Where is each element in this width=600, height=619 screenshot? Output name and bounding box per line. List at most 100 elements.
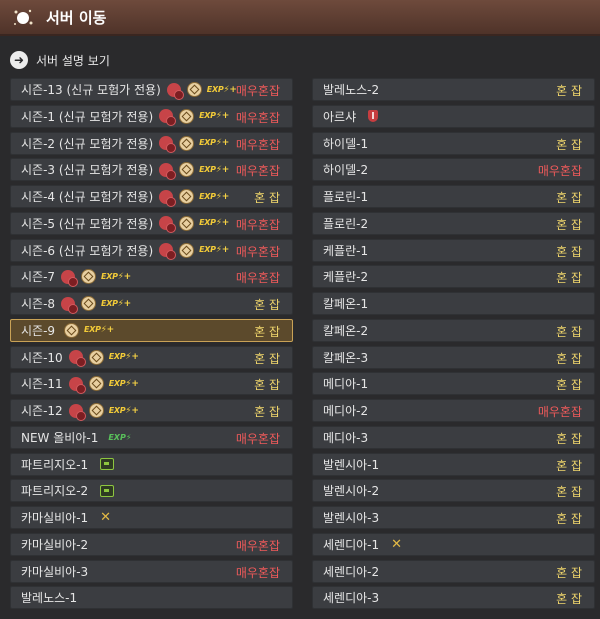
server-status: 혼 잡 (556, 137, 582, 152)
crossed-swords-icon: ✕ (100, 510, 112, 525)
server-icons: EXP (166, 82, 237, 100)
server-status: 매우혼잡 (235, 84, 280, 98)
server-row[interactable]: 세렌디아-1 ✕ (312, 532, 595, 556)
server-name: 세렌디아-2 (323, 564, 380, 579)
server-status: 혼 잡 (556, 351, 582, 366)
server-name: 메디아-2 (323, 404, 369, 418)
server-status: 매우혼잡 (235, 164, 280, 179)
server-name: 시즌-3 (신규 모험가 전용) (21, 163, 154, 178)
season-gold-icon (179, 108, 195, 124)
server-icons: EXP (68, 349, 139, 367)
server-row[interactable]: 하이델-2 매우혼잡 (312, 158, 595, 182)
server-icons: EXP (159, 135, 229, 153)
server-name: NEW 올비아-1 (21, 430, 99, 445)
server-name: 시즌-1 (신규 모험가 전용) (21, 109, 154, 124)
server-row[interactable]: 발렌시아-3 혼 잡 (312, 506, 595, 529)
server-row[interactable]: 케플란-2 혼 잡 (312, 265, 595, 289)
server-name: 시즌-7 (21, 270, 56, 285)
server-name: 시즌-11 (21, 377, 63, 392)
server-row[interactable]: 시즌-6 (신규 모험가 전용) EXP 매우혼잡 (10, 238, 293, 262)
server-row[interactable]: 시즌-3 (신규 모험가 전용) EXP 매우혼잡 (10, 158, 293, 182)
server-row[interactable]: 칼페온-1 (312, 292, 595, 315)
server-status: 매우혼잡 (235, 244, 280, 259)
server-name: 세렌디아-3 (323, 591, 380, 606)
server-globe-icon (14, 9, 33, 25)
exp-boost-icon: EXP (109, 379, 139, 389)
server-row[interactable]: 아르샤 (312, 104, 595, 128)
season-gold-icon (179, 162, 195, 178)
server-row[interactable]: 시즌-2 (신규 모험가 전용) EXP 매우혼잡 (10, 131, 293, 155)
server-row[interactable]: 시즌-9 EXP 혼 잡 (10, 318, 293, 342)
server-status: 혼 잡 (254, 298, 280, 312)
server-row[interactable]: 카마실비아-2 매우혼잡 (10, 532, 293, 556)
season-gold-icon (88, 376, 104, 392)
exp-boost-icon: EXP (199, 218, 229, 228)
exp-boost-icon: EXP (199, 245, 229, 255)
server-row[interactable]: 세렌디아-3 혼 잡 (312, 586, 595, 610)
server-status: 혼 잡 (556, 271, 582, 286)
title-bar: 서버 이동 (0, 0, 600, 36)
server-row[interactable]: 플로린-1 혼 잡 (312, 185, 595, 208)
exp-boost-icon: EXP (109, 406, 139, 416)
server-status: 혼 잡 (254, 191, 280, 205)
server-row[interactable]: 시즌-1 (신규 모험가 전용) EXP 매우혼잡 (10, 104, 293, 128)
pvp-red-icon (159, 136, 177, 153)
server-icons: EXP (159, 189, 229, 207)
server-row[interactable]: 시즌-7 EXP 매우혼잡 (10, 265, 293, 289)
server-icons: EXP (159, 242, 229, 260)
server-row[interactable]: 시즌-5 (신규 모험가 전용) EXP 매우혼잡 (10, 211, 293, 235)
server-row[interactable]: 칼페온-3 혼 잡 (312, 345, 595, 369)
crossed-swords-icon: ✕ (391, 536, 403, 552)
pc-room-icon (100, 484, 115, 497)
server-row[interactable]: 시즌-13 (신규 모험가 전용) EXP매우혼잡 (10, 78, 293, 101)
server-name: 발렌시아-1 (323, 457, 380, 472)
server-name: 플로린-2 (323, 216, 369, 231)
server-row[interactable]: 카마실비아-3 매우혼잡 (10, 559, 293, 583)
server-row[interactable]: 시즌-4 (신규 모험가 전용) EXP 혼 잡 (10, 185, 293, 208)
server-row[interactable]: 메디아-3 혼 잡 (312, 425, 595, 449)
server-icons: EXP (159, 108, 229, 127)
server-row[interactable]: 메디아-2 매우혼잡 (312, 399, 595, 422)
window-title: 서버 이동 (46, 9, 107, 27)
season-gold-icon (186, 82, 202, 97)
server-description-link[interactable]: ➜ 서버 설명 보기 (10, 50, 110, 70)
server-row[interactable]: 파트리지오-1 (10, 452, 293, 476)
server-name: 칼페온-3 (323, 350, 369, 365)
server-icons (362, 110, 379, 123)
server-row[interactable]: 카마실비아-1 ✕ (10, 506, 293, 529)
server-row[interactable]: 발레노스-1 (10, 586, 293, 610)
server-icons: EXP (159, 215, 229, 234)
exp-boost-icon: EXP (199, 111, 229, 121)
server-row[interactable]: 하이델-1 혼 잡 (312, 131, 595, 155)
server-row[interactable]: 시즌-10 EXP 혼 잡 (10, 345, 293, 369)
server-status: 매우혼잡 (537, 405, 582, 419)
server-row[interactable]: 발렌시아-1 혼 잡 (312, 452, 595, 476)
server-status: 혼 잡 (556, 324, 582, 339)
server-row[interactable]: 플로린-2 혼 잡 (312, 211, 595, 235)
server-status: 혼 잡 (254, 378, 280, 393)
server-status: 혼 잡 (556, 191, 582, 205)
pvp-red-icon (61, 269, 79, 287)
server-name: 발렌시아-3 (323, 511, 380, 525)
server-name: 시즌-6 (신규 모험가 전용) (21, 243, 154, 258)
server-row[interactable]: 파트리지오-2 (10, 479, 293, 503)
season-gold-icon (81, 269, 97, 285)
server-row[interactable]: 케플란-1 혼 잡 (312, 238, 595, 262)
season-gold-icon (81, 296, 97, 311)
server-row[interactable]: NEW 올비아-1 EXP 매우혼잡 (10, 425, 293, 449)
pvp-red-icon (159, 189, 177, 207)
server-row[interactable]: 발레노스-2 혼 잡 (312, 78, 595, 101)
server-row[interactable]: 칼페온-2 혼 잡 (312, 318, 595, 342)
server-row[interactable]: 시즌-11 EXP 혼 잡 (10, 372, 293, 396)
server-icons (94, 458, 115, 470)
server-row[interactable]: 시즌-8 EXP 혼 잡 (10, 292, 293, 315)
server-row[interactable]: 발렌시아-2 혼 잡 (312, 479, 595, 503)
server-row[interactable]: 시즌-12 EXP 혼 잡 (10, 399, 293, 422)
exp-boost-icon: EXP (207, 85, 237, 95)
server-name: 카마실비아-1 (21, 511, 89, 525)
server-row[interactable]: 세렌디아-2 혼 잡 (312, 559, 595, 583)
server-row[interactable]: 메디아-1 혼 잡 (312, 372, 595, 396)
pvp-red-icon (159, 216, 177, 234)
server-status: 혼 잡 (556, 485, 582, 500)
server-status: 혼 잡 (556, 565, 582, 580)
